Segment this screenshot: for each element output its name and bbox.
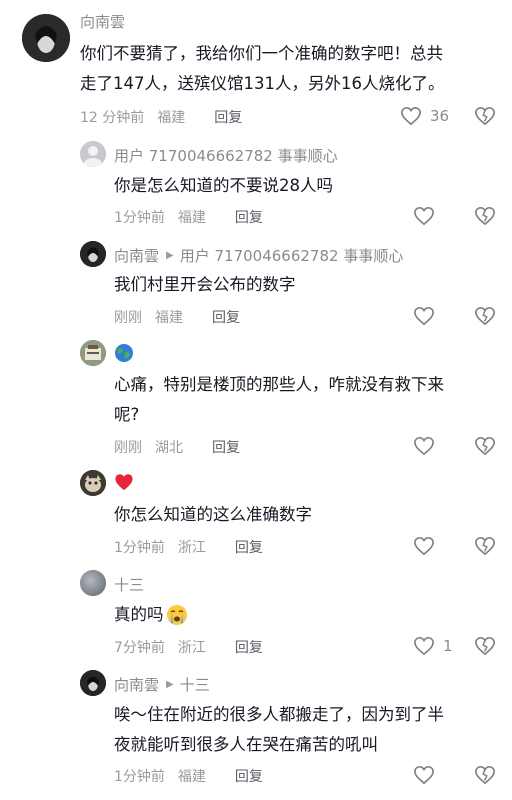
comment-username[interactable]: 向南雲 ▶ 用户 7170046662782 事事顺心 (114, 245, 403, 266)
reply-to-username[interactable]: 用户 7170046662782 事事顺心 (180, 245, 404, 266)
comment-text-line: 唉～住在附近的很多人都搬走了，因为到了半 (114, 705, 444, 724)
comment-username[interactable]: 用户 7170046662782 事事顺心 (114, 145, 338, 166)
username-label[interactable]: 向南雲 (80, 11, 125, 32)
location: 福建 (177, 769, 206, 785)
reply-button[interactable]: 回复 (212, 307, 240, 327)
comment-username[interactable]: 十三 (114, 574, 144, 595)
reply-to-username[interactable]: 十三 (180, 674, 210, 695)
reply-button[interactable]: 回复 (235, 207, 263, 227)
reply-button[interactable]: 回复 (235, 537, 263, 557)
heart-outline-icon (414, 636, 434, 656)
heart-outline-icon (401, 106, 421, 126)
comment-text-line: 你怎么知道的这么准确数字 (114, 505, 312, 524)
avatar[interactable] (80, 340, 106, 366)
location: 福建 (177, 210, 206, 226)
heart-outline-icon (414, 536, 434, 556)
reply-button[interactable]: 回复 (212, 437, 240, 457)
comment-meta: 1分钟前 福建 回复 (114, 766, 263, 786)
dislike-button[interactable] (474, 436, 496, 460)
comment-meta: 1分钟前 浙江 回复 (114, 537, 263, 557)
dislike-button[interactable] (474, 536, 496, 560)
avatar[interactable] (80, 141, 106, 167)
dislike-button[interactable] (474, 765, 496, 789)
comment-meta: 1分钟前 福建 回复 (114, 207, 263, 227)
comment-text-line: 真的吗 (114, 600, 188, 629)
username-label[interactable]: 向南雲 (114, 245, 159, 266)
like-button[interactable] (413, 306, 435, 326)
timestamp: 1分钟前 (114, 769, 165, 785)
dislike-button[interactable] (474, 636, 496, 660)
reply-button[interactable]: 回复 (235, 637, 263, 657)
reply-button[interactable]: 回复 (214, 107, 242, 127)
timestamp: 12 分钟前 (80, 110, 145, 126)
comment-text-line: 心痛，特别是楼顶的那些人，咋就没有救下来 (114, 375, 444, 394)
broken-heart-icon (475, 536, 495, 556)
avatar[interactable] (80, 470, 106, 496)
comment-text: 真的吗 (114, 605, 164, 624)
timestamp: 7分钟前 (114, 640, 165, 656)
comment-username[interactable] (114, 343, 134, 363)
timestamp: 刚刚 (114, 310, 142, 326)
red-heart-icon (115, 474, 133, 491)
comment-meta: 12 分钟前 福建 回复 (80, 107, 242, 127)
reply-button[interactable]: 回复 (235, 766, 263, 786)
globe-icon (115, 344, 133, 362)
like-button[interactable] (413, 206, 435, 226)
avatar[interactable] (80, 670, 106, 696)
like-button[interactable] (413, 436, 435, 456)
like-count: 1 (443, 637, 453, 655)
crying-face-icon (166, 604, 187, 625)
broken-heart-icon (475, 636, 495, 656)
comment-text-line: 你们不要猜了，我给你们一个准确的数字吧！总共 (80, 44, 443, 63)
comment-meta: 刚刚 福建 回复 (114, 307, 240, 327)
dislike-button[interactable] (474, 306, 496, 330)
heart-outline-icon (414, 306, 434, 326)
location: 浙江 (177, 640, 206, 656)
broken-heart-icon (475, 106, 495, 126)
timestamp: 刚刚 (114, 440, 142, 456)
location: 湖北 (155, 440, 183, 456)
like-button[interactable]: 1 (413, 636, 453, 656)
comment-text-line: 夜就能听到很多人在哭在痛苦的吼叫 (114, 735, 378, 754)
avatar[interactable] (22, 14, 70, 62)
username-label[interactable]: 十三 (114, 574, 144, 595)
triangle-right-icon: ▶ (166, 250, 174, 261)
comment-text-line: 我们村里开会公布的数字 (114, 275, 296, 294)
timestamp: 1分钟前 (114, 210, 165, 226)
like-button[interactable] (413, 536, 435, 556)
like-button[interactable] (413, 765, 435, 785)
avatar[interactable] (80, 570, 106, 596)
heart-outline-icon (414, 765, 434, 785)
comment-meta: 刚刚 湖北 回复 (114, 437, 240, 457)
comment-meta: 7分钟前 浙江 回复 (114, 637, 263, 657)
broken-heart-icon (475, 436, 495, 456)
dislike-button[interactable] (474, 106, 496, 130)
like-button[interactable]: 36 (400, 106, 449, 126)
heart-outline-icon (414, 206, 434, 226)
dislike-button[interactable] (474, 206, 496, 230)
triangle-right-icon: ▶ (166, 679, 174, 690)
broken-heart-icon (475, 765, 495, 785)
username-label[interactable]: 用户 7170046662782 事事顺心 (114, 145, 338, 166)
avatar[interactable] (80, 241, 106, 267)
comment-text-line: 呢? (114, 405, 140, 424)
comment-text-line: 你是怎么知道的不要说28人吗 (114, 176, 333, 195)
broken-heart-icon (475, 206, 495, 226)
broken-heart-icon (475, 306, 495, 326)
heart-outline-icon (414, 436, 434, 456)
username-label[interactable]: 向南雲 (114, 674, 159, 695)
like-count: 36 (430, 107, 450, 125)
timestamp: 1分钟前 (114, 540, 165, 556)
comment-text-line: 走了147人，送殡仪馆131人，另外16人烧化了。 (80, 74, 445, 93)
location: 福建 (157, 110, 186, 126)
comment-username[interactable]: 向南雲 (80, 11, 125, 32)
comment-username[interactable]: 向南雲 ▶ 十三 (114, 674, 210, 695)
comment-username[interactable] (114, 473, 134, 491)
location: 浙江 (177, 540, 206, 556)
location: 福建 (155, 310, 183, 326)
